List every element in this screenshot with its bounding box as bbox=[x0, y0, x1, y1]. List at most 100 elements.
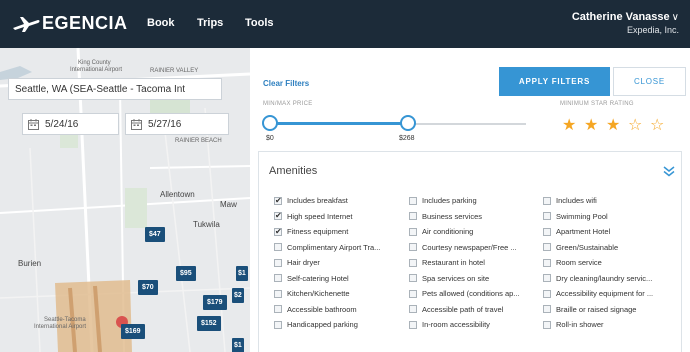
price-marker[interactable]: $1 bbox=[236, 266, 248, 281]
price-slider-fill bbox=[268, 122, 408, 125]
checkbox-checked[interactable] bbox=[274, 211, 282, 220]
star-filled-icon[interactable]: ★ bbox=[562, 115, 584, 134]
amenity-checkbox-item[interactable]: Green/Sustainable bbox=[543, 243, 618, 252]
price-marker[interactable]: $152 bbox=[197, 316, 221, 331]
checkbox-unchecked[interactable] bbox=[274, 243, 282, 251]
price-marker[interactable]: $169 bbox=[121, 324, 145, 339]
map-label-burien: Burien bbox=[18, 259, 42, 268]
checkbox-unchecked[interactable] bbox=[274, 289, 282, 298]
amenity-checkbox-item[interactable]: Pets allowed (conditions ap... bbox=[409, 289, 520, 298]
price-marker[interactable]: $179 bbox=[203, 295, 227, 310]
star-empty-icon[interactable]: ☆ bbox=[650, 115, 672, 134]
checkbox-unchecked[interactable] bbox=[543, 196, 551, 205]
double-chevron-down-icon[interactable] bbox=[662, 164, 676, 178]
amenity-checkbox-item[interactable]: Braille or raised signage bbox=[543, 305, 636, 314]
checkbox-unchecked[interactable] bbox=[409, 243, 417, 251]
checkbox-unchecked[interactable] bbox=[409, 212, 417, 220]
checkbox-unchecked[interactable] bbox=[409, 227, 417, 236]
amenity-checkbox-item[interactable]: Dry cleaning/laundry servic... bbox=[543, 274, 652, 283]
checkbox-unchecked[interactable] bbox=[274, 274, 282, 282]
amenity-checkbox-item[interactable]: Air conditioning bbox=[409, 227, 473, 236]
checkout-date: 5/27/16 bbox=[148, 118, 182, 130]
close-button[interactable]: CLOSE bbox=[613, 67, 686, 96]
amenity-checkbox-item[interactable]: Spa services on site bbox=[409, 274, 489, 283]
checkbox-checked[interactable] bbox=[274, 227, 282, 236]
price-min-handle[interactable] bbox=[262, 115, 278, 131]
checkbox-unchecked[interactable] bbox=[543, 320, 551, 329]
amenity-checkbox-item[interactable]: Swimming Pool bbox=[543, 212, 608, 221]
amenity-checkbox-item[interactable]: Courtesy newspaper/Free ... bbox=[409, 243, 517, 252]
amenity-checkbox-item[interactable]: Self-catering Hotel bbox=[274, 274, 349, 283]
amenity-checkbox-item[interactable]: Accessible path of travel bbox=[409, 305, 503, 314]
checkbox-unchecked[interactable] bbox=[409, 320, 417, 329]
map-label-intl-airport: International Airport bbox=[70, 67, 123, 73]
map-label-seatac-airport: International Airport bbox=[34, 324, 87, 330]
clear-filters-link[interactable]: Clear Filters bbox=[263, 79, 309, 88]
checkbox-unchecked[interactable] bbox=[274, 258, 282, 267]
price-marker[interactable]: $70 bbox=[138, 280, 158, 295]
map-label-rainier-valley: RAINIER VALLEY bbox=[150, 68, 199, 74]
amenity-checkbox-item[interactable]: Hair dryer bbox=[274, 258, 320, 267]
checkbox-unchecked[interactable] bbox=[543, 243, 551, 251]
amenity-checkbox-item[interactable]: Complimentary Airport Tra... bbox=[274, 243, 380, 252]
checkbox-unchecked[interactable] bbox=[543, 289, 551, 298]
price-marker[interactable]: $2 bbox=[232, 288, 244, 303]
amenity-label: Kitchen/Kichenette bbox=[287, 289, 350, 298]
amenity-checkbox-item[interactable]: Roll-in shower bbox=[543, 320, 604, 329]
amenity-label: Roll-in shower bbox=[556, 320, 604, 329]
amenity-checkbox-item[interactable]: Handicapped parking bbox=[274, 320, 358, 329]
amenity-checkbox-item[interactable]: Includes wifi bbox=[543, 196, 597, 205]
amenity-checkbox-item[interactable]: Restaurant in hotel bbox=[409, 258, 485, 267]
filter-panel: Clear Filters APPLY FILTERS CLOSE MIN/MA… bbox=[255, 48, 690, 352]
map-label-rainier-beach: RAINIER BEACH bbox=[175, 138, 222, 144]
checkbox-unchecked[interactable] bbox=[274, 305, 282, 313]
checkout-date-field[interactable]: 5/27/16 bbox=[125, 113, 229, 135]
checkbox-unchecked[interactable] bbox=[409, 274, 417, 282]
amenity-checkbox-item[interactable]: Accessible bathroom bbox=[274, 305, 357, 314]
amenity-checkbox-item[interactable]: Kitchen/Kichenette bbox=[274, 289, 350, 298]
amenity-checkbox-item[interactable]: High speed Internet bbox=[274, 211, 352, 221]
checkbox-unchecked[interactable] bbox=[543, 258, 551, 267]
checkbox-unchecked[interactable] bbox=[543, 274, 551, 282]
checkbox-unchecked[interactable] bbox=[274, 320, 282, 329]
star-filled-icon[interactable]: ★ bbox=[606, 115, 628, 134]
checkbox-unchecked[interactable] bbox=[543, 305, 551, 313]
amenity-label: Accessibility equipment for ... bbox=[556, 289, 654, 298]
star-filled-icon[interactable]: ★ bbox=[584, 115, 606, 134]
checkbox-unchecked[interactable] bbox=[409, 196, 417, 205]
amenity-checkbox-item[interactable]: In-room accessibility bbox=[409, 320, 490, 329]
nav-link-tools[interactable]: Tools bbox=[245, 17, 274, 29]
amenity-label: Pets allowed (conditions ap... bbox=[422, 289, 520, 298]
amenity-checkbox-item[interactable]: Includes breakfast bbox=[274, 196, 348, 205]
checkbox-checked[interactable] bbox=[274, 196, 282, 205]
nav-link-book[interactable]: Book bbox=[147, 17, 175, 29]
price-marker[interactable]: $95 bbox=[176, 266, 196, 281]
amenity-label: Green/Sustainable bbox=[556, 242, 619, 252]
amenity-checkbox-item[interactable]: Includes parking bbox=[409, 196, 477, 205]
amenity-checkbox-item[interactable]: Accessibility equipment for ... bbox=[543, 289, 653, 298]
amenity-label: Fitness equipment bbox=[287, 227, 349, 236]
checkin-date-field[interactable]: 5/24/16 bbox=[22, 113, 119, 135]
checkbox-unchecked[interactable] bbox=[409, 258, 417, 267]
egencia-logo[interactable]: EGENCIA bbox=[12, 13, 128, 34]
user-menu[interactable]: Catherine Vanasse ∨ Expedia, Inc. bbox=[572, 11, 679, 35]
map-label-king-county: King County bbox=[78, 60, 111, 66]
checkbox-unchecked[interactable] bbox=[543, 227, 551, 236]
amenity-checkbox-item[interactable]: Apartment Hotel bbox=[543, 227, 610, 236]
amenity-checkbox-item[interactable]: Room service bbox=[543, 258, 602, 267]
amenity-label: Handicapped parking bbox=[287, 320, 358, 329]
star-empty-icon[interactable]: ☆ bbox=[628, 115, 650, 134]
nav-link-trips[interactable]: Trips bbox=[197, 17, 223, 29]
amenity-checkbox-item[interactable]: Business services bbox=[409, 212, 482, 221]
location-search-input[interactable]: Seattle, WA (SEA-Seattle - Tacoma Int bbox=[8, 78, 222, 100]
checkbox-unchecked[interactable] bbox=[409, 289, 417, 298]
apply-filters-button[interactable]: APPLY FILTERS bbox=[499, 67, 610, 96]
price-max-handle[interactable] bbox=[400, 115, 416, 131]
price-marker[interactable]: $47 bbox=[145, 227, 165, 242]
star-rating-selector[interactable]: ★ ★ ★ ☆ ☆ bbox=[562, 115, 672, 134]
checkbox-unchecked[interactable] bbox=[409, 305, 417, 313]
checkbox-unchecked[interactable] bbox=[543, 212, 551, 220]
price-marker[interactable]: $1 bbox=[232, 338, 244, 352]
amenity-checkbox-item[interactable]: Fitness equipment bbox=[274, 227, 348, 236]
amenity-label: Room service bbox=[556, 258, 602, 267]
